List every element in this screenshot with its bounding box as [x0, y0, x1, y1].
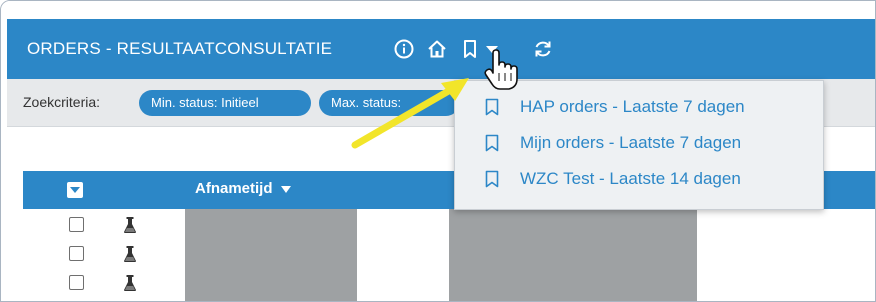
select-all-checkbox[interactable] [67, 182, 83, 198]
redacted-cells [185, 209, 357, 301]
info-icon[interactable] [392, 37, 416, 61]
refresh-icon[interactable] [531, 37, 555, 61]
flask-icon [124, 275, 136, 291]
flask-icon [124, 217, 136, 233]
sort-column-label: Afnametijd [195, 180, 273, 197]
home-icon[interactable] [425, 37, 449, 61]
redacted-cells [449, 209, 697, 301]
bookmark-icon[interactable] [458, 37, 482, 61]
top-strip [1, 1, 875, 19]
row-checkbox[interactable] [69, 275, 84, 290]
min-status-pill[interactable]: Min. status: Initieel [139, 90, 311, 116]
bookmark-item[interactable]: WZC Test - Laatste 14 dagen [455, 161, 823, 197]
annotation-arrow [351, 78, 469, 149]
bookmark-icon [485, 98, 499, 116]
caret-down-icon [280, 186, 291, 193]
bookmark-item[interactable]: HAP orders - Laatste 7 dagen [455, 89, 823, 125]
bookmark-item[interactable]: Mijn orders - Laatste 7 dagen [455, 125, 823, 161]
criteria-label: Zoekcriteria: [23, 94, 101, 110]
bookmarks-dropdown: HAP orders - Laatste 7 dagen Mijn orders… [454, 80, 824, 210]
app-window: ORDERS - RESULTAATCONSULTATIE Zoekcriter… [0, 0, 876, 302]
bookmark-icon [485, 134, 499, 152]
bookmark-item-label: Mijn orders - Laatste 7 dagen [520, 133, 742, 152]
bookmark-icon [485, 170, 499, 188]
sort-column-afnametijd[interactable]: Afnametijd [195, 180, 291, 197]
row-checkbox[interactable] [69, 246, 84, 261]
flask-icon [124, 246, 136, 262]
hand-cursor-icon [484, 49, 518, 90]
bookmark-item-label: WZC Test - Laatste 14 dagen [520, 169, 741, 188]
bookmark-item-label: HAP orders - Laatste 7 dagen [520, 97, 745, 116]
page-title: ORDERS - RESULTAATCONSULTATIE [27, 39, 333, 58]
row-checkbox[interactable] [69, 217, 84, 232]
